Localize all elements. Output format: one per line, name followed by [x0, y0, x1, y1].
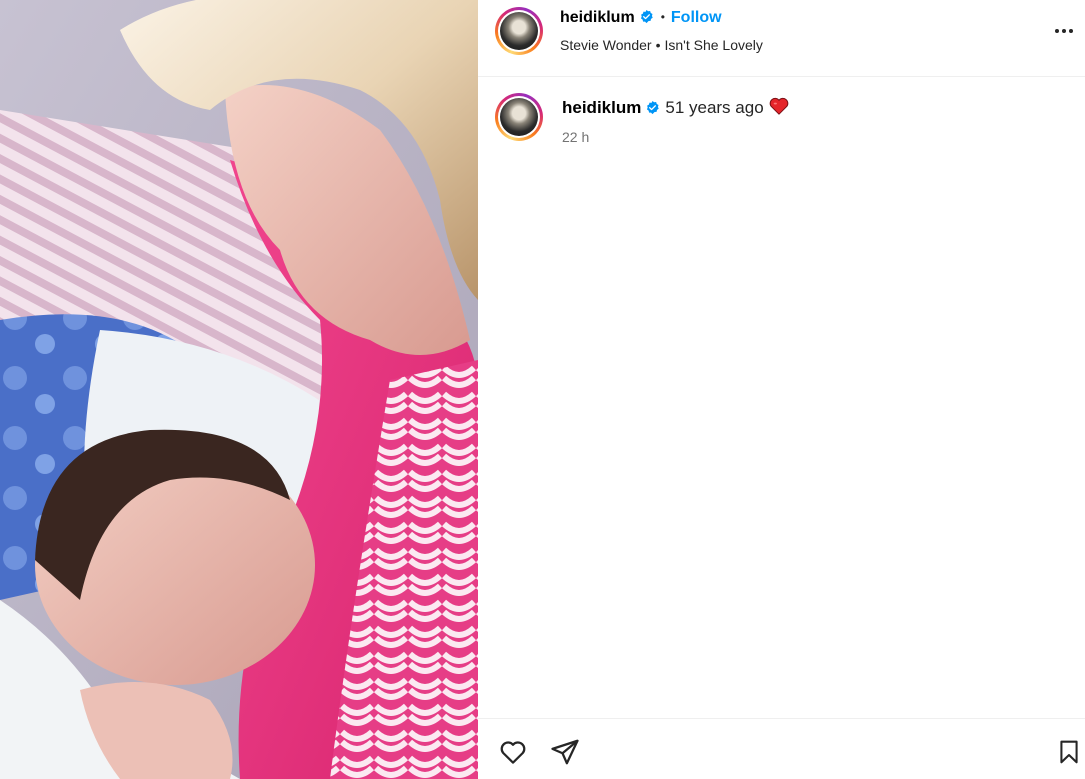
verified-badge-icon: [647, 100, 660, 115]
caption-timestamp[interactable]: 22 h: [562, 129, 589, 145]
audio-artist[interactable]: Stevie Wonder: [560, 37, 652, 53]
bookmark-icon[interactable]: [1056, 737, 1082, 767]
audio-info[interactable]: Stevie Wonder • Isn't She Lovely: [560, 37, 763, 53]
audio-separator: •: [655, 37, 661, 53]
caption-avatar[interactable]: [495, 93, 543, 141]
red-heart-icon: [769, 97, 788, 115]
verified-badge-icon: [640, 9, 653, 24]
caption-text: 51 years ago: [665, 98, 764, 117]
paper-plane-icon[interactable]: [550, 737, 580, 767]
post-media[interactable]: [0, 0, 478, 779]
post-details-panel: heidiklum • Follow Stevie Wonder • Isn't She…: [478, 0, 1085, 779]
avatar-image: [500, 12, 538, 50]
post-actions-bar: [478, 718, 1085, 779]
heart-outline-icon[interactable]: [498, 737, 528, 767]
follow-button[interactable]: Follow: [671, 9, 722, 26]
author-avatar[interactable]: [495, 7, 543, 55]
audio-title[interactable]: Isn't She Lovely: [664, 37, 762, 53]
header-separator: •: [660, 10, 665, 24]
more-options-icon[interactable]: [1051, 18, 1077, 44]
author-username[interactable]: heidiklum: [560, 9, 635, 26]
caption-avatar-image: [500, 98, 538, 136]
caption-username[interactable]: heidiklum: [562, 98, 641, 117]
post-photo: [0, 0, 478, 779]
caption-line: heidiklum 51 years ago: [562, 97, 789, 118]
post-header: heidiklum • Follow Stevie Wonder • Isn't She…: [478, 0, 1085, 77]
author-line: heidiklum • Follow: [560, 9, 722, 27]
